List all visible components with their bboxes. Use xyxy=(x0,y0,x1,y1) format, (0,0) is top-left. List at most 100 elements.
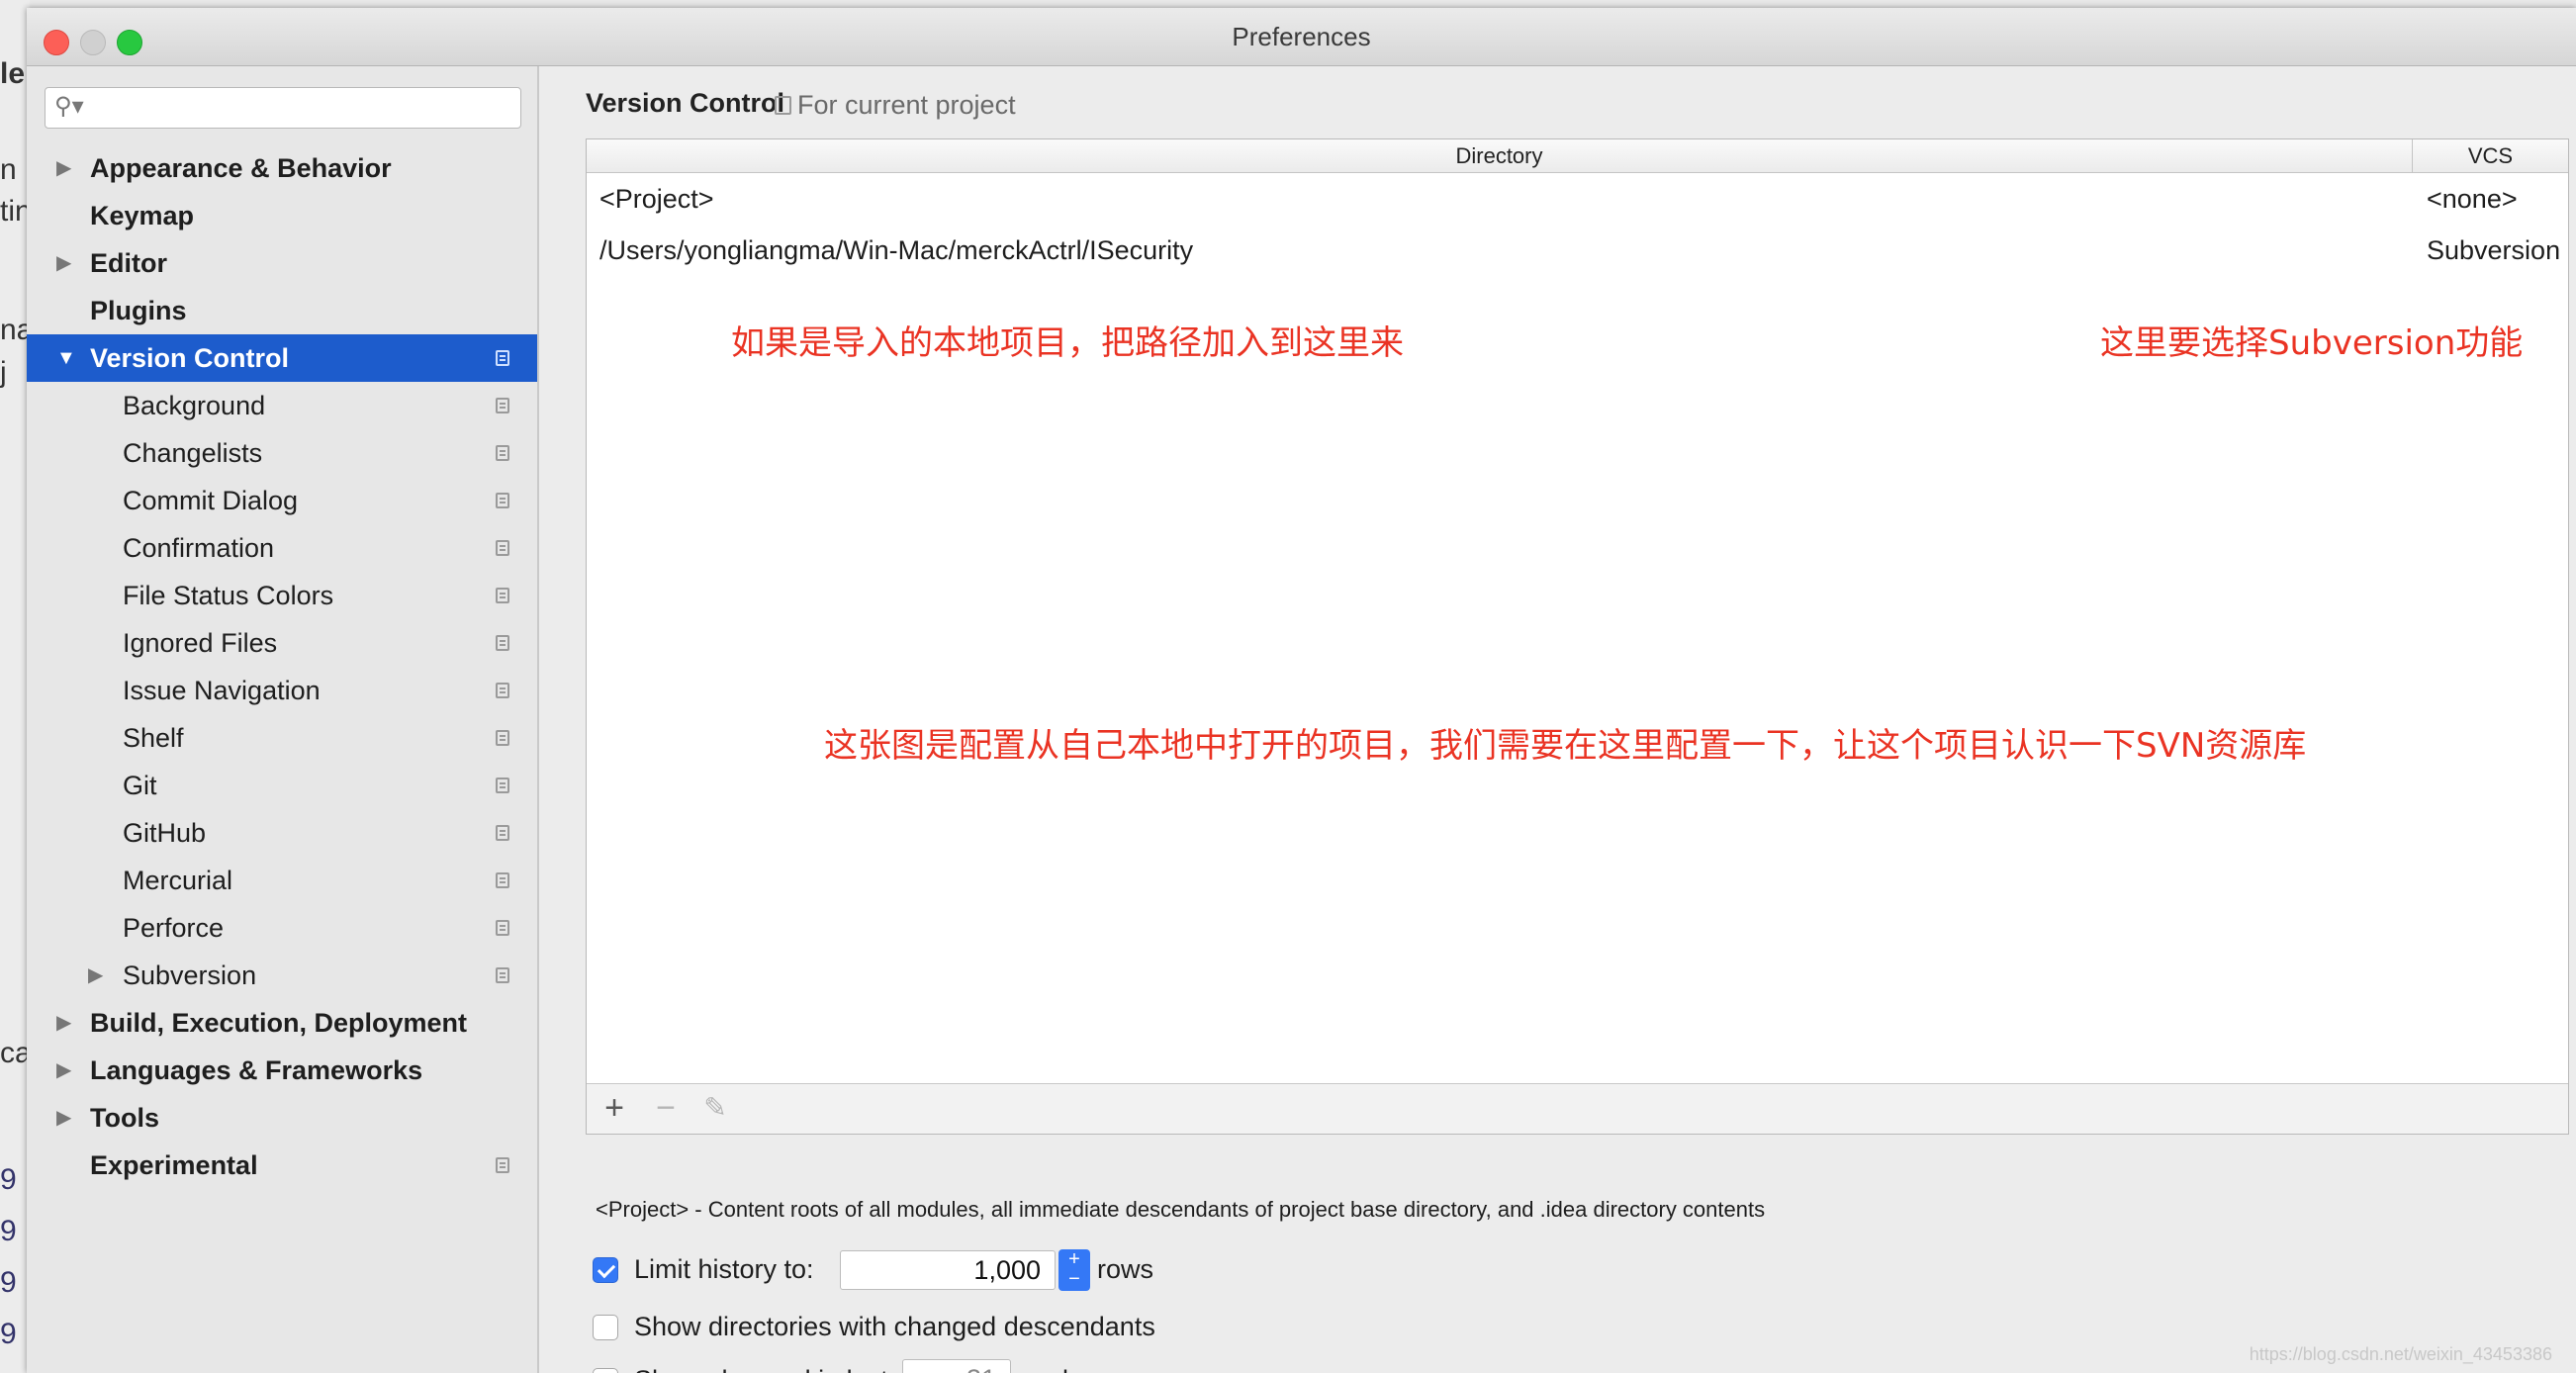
show-changed-checkbox[interactable] xyxy=(593,1368,618,1373)
sidebar-item-subversion[interactable]: ▶ Subversion xyxy=(27,952,537,999)
sidebar-item-label: Build, Execution, Deployment xyxy=(90,1008,468,1038)
sidebar-item-build-execution-deployment[interactable]: ▶ Build, Execution, Deployment xyxy=(27,999,537,1047)
limit-history-unit: rows xyxy=(1097,1254,1154,1284)
bg-fragment: 9 xyxy=(0,1266,17,1299)
sidebar-item-perforce[interactable]: Perforce xyxy=(27,904,537,952)
watermark-text: https://blog.csdn.net/weixin_43453386 xyxy=(2249,1344,2552,1364)
sidebar-item-label: Changelists xyxy=(123,438,263,468)
sidebar-item-label: Issue Navigation xyxy=(123,676,321,705)
collapsed-arrow-icon[interactable]: ▶ xyxy=(56,239,78,287)
show-directories-checkbox[interactable] xyxy=(593,1315,618,1340)
edit-mapping-button[interactable]: ✎ xyxy=(697,1090,733,1126)
sidebar-item-shelf[interactable]: Shelf xyxy=(27,714,537,762)
preferences-window: Preferences ⚲▾ ▶ Appearance & Behavior Key… xyxy=(27,8,2576,1373)
bg-fragment: ca xyxy=(0,1037,30,1069)
annotation-path-note: 如果是导入的本地项目，把路径加入到这里来 xyxy=(731,323,1404,363)
annotation-underlines xyxy=(587,139,2568,258)
sidebar-item-label: Commit Dialog xyxy=(123,486,299,515)
search-icon[interactable]: ⚲▾ xyxy=(54,93,84,121)
sidebar-item-commit-dialog[interactable]: Commit Dialog xyxy=(27,477,537,524)
settings-sidebar: ⚲▾ ▶ Appearance & Behavior Keymap ▶ Editor Pl… xyxy=(27,66,539,1373)
settings-tree: ▶ Appearance & Behavior Keymap ▶ Editor Plugi… xyxy=(27,144,537,1189)
sidebar-item-label: Background xyxy=(123,391,266,420)
sidebar-item-label: Perforce xyxy=(123,913,225,943)
collapsed-arrow-icon[interactable]: ▶ xyxy=(88,952,110,999)
show-directories-label: Show directories with changed descendant… xyxy=(634,1312,1155,1341)
sidebar-item-label: Editor xyxy=(90,248,167,278)
project-scope-icon xyxy=(496,920,509,936)
title-bar[interactable]: Preferences xyxy=(27,8,2576,66)
table-toolbar: + − ✎ xyxy=(587,1083,2568,1134)
search-input[interactable] xyxy=(93,90,514,126)
sidebar-item-label: Tools xyxy=(90,1103,159,1133)
sidebar-item-issue-navigation[interactable]: Issue Navigation xyxy=(27,667,537,714)
annotation-main-note: 这张图是配置从自己本地中打开的项目，我们需要在这里配置一下，让这个项目认识一下S… xyxy=(824,726,2307,766)
sidebar-item-languages-frameworks[interactable]: ▶ Languages & Frameworks xyxy=(27,1047,537,1094)
sidebar-item-github[interactable]: GitHub xyxy=(27,809,537,857)
sidebar-item-keymap[interactable]: Keymap xyxy=(27,192,537,239)
sidebar-item-experimental[interactable]: Experimental xyxy=(27,1142,537,1189)
sidebar-item-label: Subversion xyxy=(123,961,257,990)
project-scope-icon xyxy=(496,778,509,793)
limit-history-label: Limit history to: xyxy=(634,1254,814,1284)
search-box[interactable]: ⚲▾ xyxy=(45,87,521,129)
sidebar-item-label: Ignored Files xyxy=(123,628,278,658)
bg-fragment: 9 xyxy=(0,1318,17,1350)
project-scope-icon xyxy=(496,350,509,366)
add-mapping-button[interactable]: + xyxy=(597,1090,632,1126)
sidebar-item-label: Version Control xyxy=(90,343,290,373)
vcs-mappings-table: Directory VCS <Project> <none> /Users/yo… xyxy=(586,138,2569,1135)
project-scope-icon xyxy=(496,825,509,841)
sidebar-item-tools[interactable]: ▶ Tools xyxy=(27,1094,537,1142)
sidebar-item-background[interactable]: Background xyxy=(27,382,537,429)
sidebar-item-version-control[interactable]: ▼ Version Control xyxy=(27,334,537,382)
expanded-arrow-icon[interactable]: ▼ xyxy=(56,334,78,382)
page-title: Version Control xyxy=(586,88,785,118)
project-scope-icon xyxy=(496,588,509,603)
sidebar-item-editor[interactable]: ▶ Editor xyxy=(27,239,537,287)
sidebar-item-git[interactable]: Git xyxy=(27,762,537,809)
collapsed-arrow-icon[interactable]: ▶ xyxy=(56,999,78,1047)
sidebar-item-plugins[interactable]: Plugins xyxy=(27,287,537,334)
sidebar-item-file-status-colors[interactable]: File Status Colors xyxy=(27,572,537,619)
sidebar-item-label: Mercurial xyxy=(123,866,233,895)
scope-indicator: For current project xyxy=(775,90,1016,121)
bg-fragment: tin xyxy=(0,195,30,228)
show-changed-label: Show changed in last xyxy=(634,1365,888,1373)
show-changed-field[interactable]: 31 xyxy=(902,1359,1011,1373)
sidebar-item-ignored-files[interactable]: Ignored Files xyxy=(27,619,537,667)
background-top-strip xyxy=(30,0,2576,8)
sidebar-item-label: File Status Colors xyxy=(123,581,334,610)
sidebar-item-changelists[interactable]: Changelists xyxy=(27,429,537,477)
limit-history-value[interactable]: 1,000 xyxy=(973,1251,1041,1289)
sidebar-item-label: Languages & Frameworks xyxy=(90,1055,423,1085)
sidebar-item-confirmation[interactable]: Confirmation xyxy=(27,524,537,572)
project-scope-icon xyxy=(496,1157,509,1173)
collapsed-arrow-icon[interactable]: ▶ xyxy=(56,144,78,192)
bg-fragment: 9 xyxy=(0,1163,17,1196)
annotation-vcs-note: 这里要选择Subversion功能 xyxy=(2100,323,2524,363)
bg-fragment: nai xyxy=(0,314,30,346)
sidebar-item-label: Keymap xyxy=(90,201,195,230)
limit-history-checkbox[interactable] xyxy=(593,1257,618,1283)
project-scope-icon xyxy=(496,398,509,413)
project-scope-icon xyxy=(496,967,509,983)
collapsed-arrow-icon[interactable]: ▶ xyxy=(56,1047,78,1094)
project-scope-icon xyxy=(496,493,509,508)
bg-fragment: n xyxy=(0,153,17,186)
sidebar-item-appearance-behavior[interactable]: ▶ Appearance & Behavior xyxy=(27,144,537,192)
show-changed-value[interactable]: 31 xyxy=(966,1360,996,1373)
sidebar-item-label: Appearance & Behavior xyxy=(90,153,392,183)
remove-mapping-button[interactable]: − xyxy=(648,1090,684,1126)
sidebar-item-label: Shelf xyxy=(123,723,184,753)
background-editor-sliver: le n tin nai j ca 9 9 9 9 xyxy=(0,0,30,1373)
limit-history-field[interactable]: 1,000 xyxy=(840,1250,1056,1290)
sidebar-item-mercurial[interactable]: Mercurial xyxy=(27,857,537,904)
sidebar-item-label: Plugins xyxy=(90,296,187,325)
project-scope-icon xyxy=(496,683,509,698)
collapsed-arrow-icon[interactable]: ▶ xyxy=(56,1094,78,1142)
bg-fragment: j xyxy=(0,356,7,389)
limit-history-stepper[interactable]: + − xyxy=(1058,1249,1090,1291)
project-scope-icon xyxy=(496,445,509,461)
scope-label: For current project xyxy=(797,90,1016,120)
